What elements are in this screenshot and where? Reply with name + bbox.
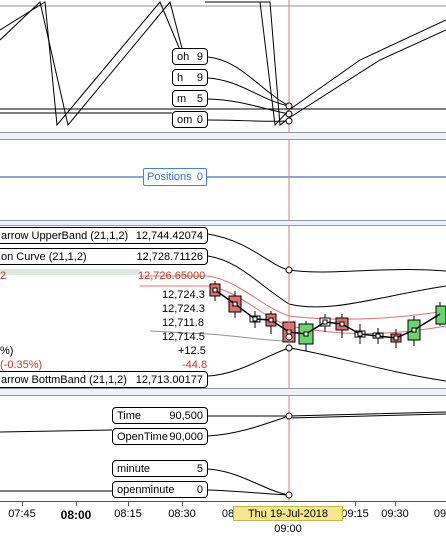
pane-splitter[interactable] xyxy=(0,388,446,396)
tick-label: 09 xyxy=(433,508,446,520)
tick-mark xyxy=(76,502,77,506)
ohlc-low: 12,711.8 xyxy=(162,317,205,329)
cursor-date-label: Thu 19-Jul-2018 09:00 xyxy=(233,506,343,535)
time-label: Time 90,500 xyxy=(112,407,208,424)
positions-chart xyxy=(0,140,446,220)
label-om: om 0 xyxy=(172,111,208,128)
tick-label: 08:30 xyxy=(168,508,196,520)
ohlc-high: 12,724.3 xyxy=(162,303,205,315)
label-m: m 5 xyxy=(172,90,208,107)
pane-splitter[interactable] xyxy=(0,132,446,140)
tick-label: 08:15 xyxy=(114,508,142,520)
red-line-value: 12,726.65000 xyxy=(138,270,206,282)
tick-mark xyxy=(395,502,396,506)
pct-label: %) xyxy=(0,345,14,357)
tick-label: 09:30 xyxy=(381,508,409,520)
top-indicator-pane[interactable]: oh 9 h 9 m 5 om 0 xyxy=(0,0,446,132)
label-oh: oh 9 xyxy=(172,48,208,65)
tick-label: 07:45 xyxy=(8,508,36,520)
change-value: +12.5 xyxy=(178,345,206,357)
ohlc-open: 12,724.3 xyxy=(162,289,205,301)
change2-label: (-0.35%) xyxy=(0,359,43,371)
time-axis[interactable]: 07:45 08:00 08:15 08:30 08 09:15 09:30 0… xyxy=(0,501,446,535)
positions-pane[interactable] xyxy=(0,140,446,220)
openminute-label: openminute 0 xyxy=(112,481,208,498)
tick-mark xyxy=(182,502,183,506)
minute-label: minute 5 xyxy=(112,460,208,477)
tick-mark xyxy=(128,502,129,506)
tick-label: 08:00 xyxy=(60,508,92,522)
label-h: h 9 xyxy=(172,69,208,86)
time-indicator-chart xyxy=(0,396,446,501)
upper-band-label: arrow UpperBand (21,1,2) 12,744.42074 xyxy=(0,227,208,244)
tick-mark xyxy=(22,502,23,506)
tick-mark xyxy=(355,502,356,506)
curve-label: on Curve (21,1,2) 12,728.71126 xyxy=(0,248,208,265)
change2-value: -44.8 xyxy=(182,359,208,371)
positions-label: Positions 0 xyxy=(143,168,207,186)
ohlc-close: 12,714.5 xyxy=(162,331,205,343)
time-indicator-pane[interactable] xyxy=(0,396,446,501)
red-line-label: 2 xyxy=(0,270,7,282)
tick-label: 09:15 xyxy=(341,508,369,520)
top-indicator-chart xyxy=(0,0,446,132)
opentime-label: OpenTime 90,000 xyxy=(112,428,208,445)
bottom-band-label: arrow BottmBand (21,1,2) 12,713.00177 xyxy=(0,371,208,388)
